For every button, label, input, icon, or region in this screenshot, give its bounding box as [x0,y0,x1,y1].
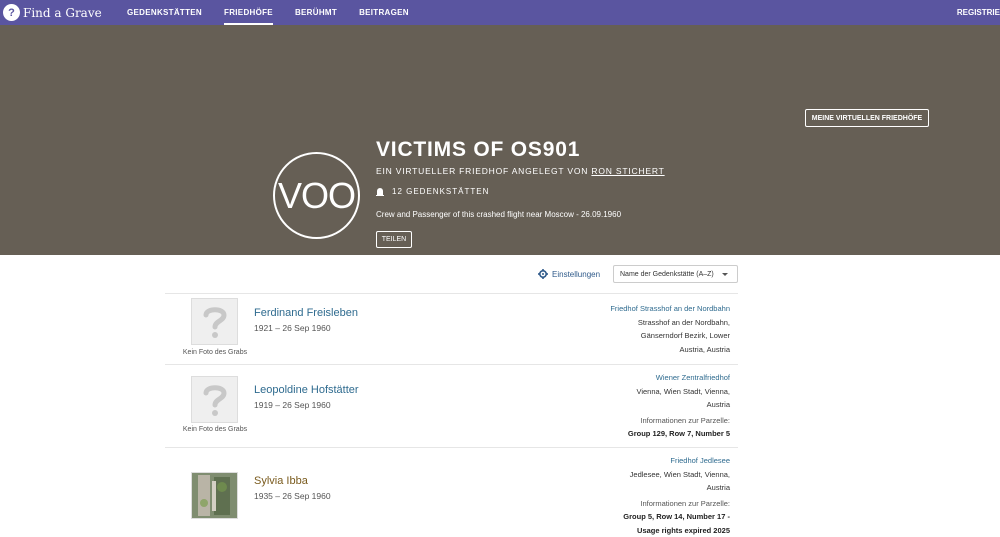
memorial-name-link[interactable]: Leopoldine Hofstätter [254,384,359,396]
memorial-row: Kein Foto des Grabs Ferdinand Freisleben… [165,294,738,364]
memorial-count: 12 GEDENKSTÄTTEN [376,187,489,196]
question-mark-icon [203,306,227,338]
nav-contribute[interactable]: BEITRAGEN [359,0,409,25]
no-photo-label: Kein Foto des Grabs [182,349,248,356]
cemetery-location: Jedlesee, Wien Stadt, Vienna, [629,469,730,479]
memorial-row: Sylvia Ibba 1935 – 26 Sep 1960 Friedhof … [165,448,738,537]
grave-photo-image [192,473,237,518]
top-navigation: ? Find a Grave GEDENKSTÄTTEN FRIEDHÖFE B… [0,0,1000,25]
cemetery-location: Gänserndorf Bezirk, Lower [640,331,730,340]
memorial-name-link[interactable]: Sylvia Ibba [254,475,308,487]
chevron-down-icon [722,273,728,276]
cemetery-location: Vienna, Wien Stadt, Vienna, [636,386,730,396]
cemetery-location: Austria, Austria [679,344,730,354]
plot-label: Informationen zur Parzelle: [640,498,730,508]
memorial-dates: 1921 – 26 Sep 1960 [254,323,331,333]
memorial-dates: 1935 – 26 Sep 1960 [254,491,331,501]
my-virtual-cemeteries-button[interactable]: MEINE VIRTUELLEN FRIEDHÖFE [805,109,929,127]
sort-value: Name der Gedenkstätte (A–Z) [620,270,714,278]
question-mark-icon [203,384,227,416]
page-subtitle: EIN VIRTUELLER FRIEDHOF ANGELEGT VON RON… [376,166,665,176]
plot-value: Usage rights expired 2025 [637,525,730,535]
nav-cemeteries[interactable]: FRIEDHÖFE [224,0,273,25]
subtitle-prefix: EIN VIRTUELLER FRIEDHOF ANGELEGT VON [376,166,589,176]
share-button[interactable]: TEILEN [376,231,412,248]
virtual-cemetery-header: MEINE VIRTUELLEN FRIEDHÖFE VOO VICTIMS O… [0,25,1000,255]
cemetery-description: Crew and Passenger of this crashed fligh… [376,210,622,219]
creator-link[interactable]: RON STICHERT [591,166,664,176]
memorial-name-link[interactable]: Ferdinand Freisleben [254,307,358,319]
cemetery-avatar: VOO [273,152,360,239]
cemetery-info: Friedhof Jedlesee Jedlesee, Wien Stadt, … [510,454,730,537]
find-a-grave-logo[interactable]: ? Find a Grave [0,0,115,25]
page-title: VICTIMS OF OS901 [376,138,581,161]
plot-value: Group 5, Row 14, Number 17 - [623,512,730,521]
cemetery-link[interactable]: Friedhof Strasshof an der Nordbahn [510,302,730,316]
cemetery-link[interactable]: Wiener Zentralfriedhof [510,371,730,385]
memorial-icon [376,188,384,196]
plot-label: Informationen zur Parzelle: [640,415,730,425]
logo-icon: ? [3,4,20,21]
cemetery-link[interactable]: Friedhof Jedlesee [510,454,730,468]
gear-icon [538,269,548,279]
logo-text: Find a Grave [23,5,102,20]
cemetery-location: Austria [706,400,730,409]
nav-famous[interactable]: BERÜHMT [295,0,337,25]
cemetery-location: Austria [706,483,730,492]
sort-select[interactable]: Name der Gedenkstätte (A–Z) [613,265,738,283]
nav-memorials[interactable]: GEDENKSTÄTTEN [127,0,202,25]
grave-photo[interactable] [191,472,238,519]
cemetery-info: Wiener Zentralfriedhof Vienna, Wien Stad… [510,371,730,441]
cemetery-location: Strasshof an der Nordbahn, [637,317,730,327]
memorial-row: Kein Foto des Grabs Leopoldine Hofstätte… [165,365,738,447]
cemetery-info: Friedhof Strasshof an der Nordbahn Stras… [510,302,730,356]
no-photo-placeholder[interactable] [191,298,238,345]
settings-label: Einstellungen [552,269,601,279]
settings-button[interactable]: Einstellungen [538,269,600,279]
plot-value: Group 129, Row 7, Number 5 [627,429,730,438]
memorial-dates: 1919 – 26 Sep 1960 [254,400,331,410]
no-photo-placeholder[interactable] [191,376,238,423]
nav-register[interactable]: REGISTRIE [957,0,1000,25]
no-photo-label: Kein Foto des Grabs [182,426,248,433]
memorial-count-text: 12 GEDENKSTÄTTEN [392,187,490,196]
